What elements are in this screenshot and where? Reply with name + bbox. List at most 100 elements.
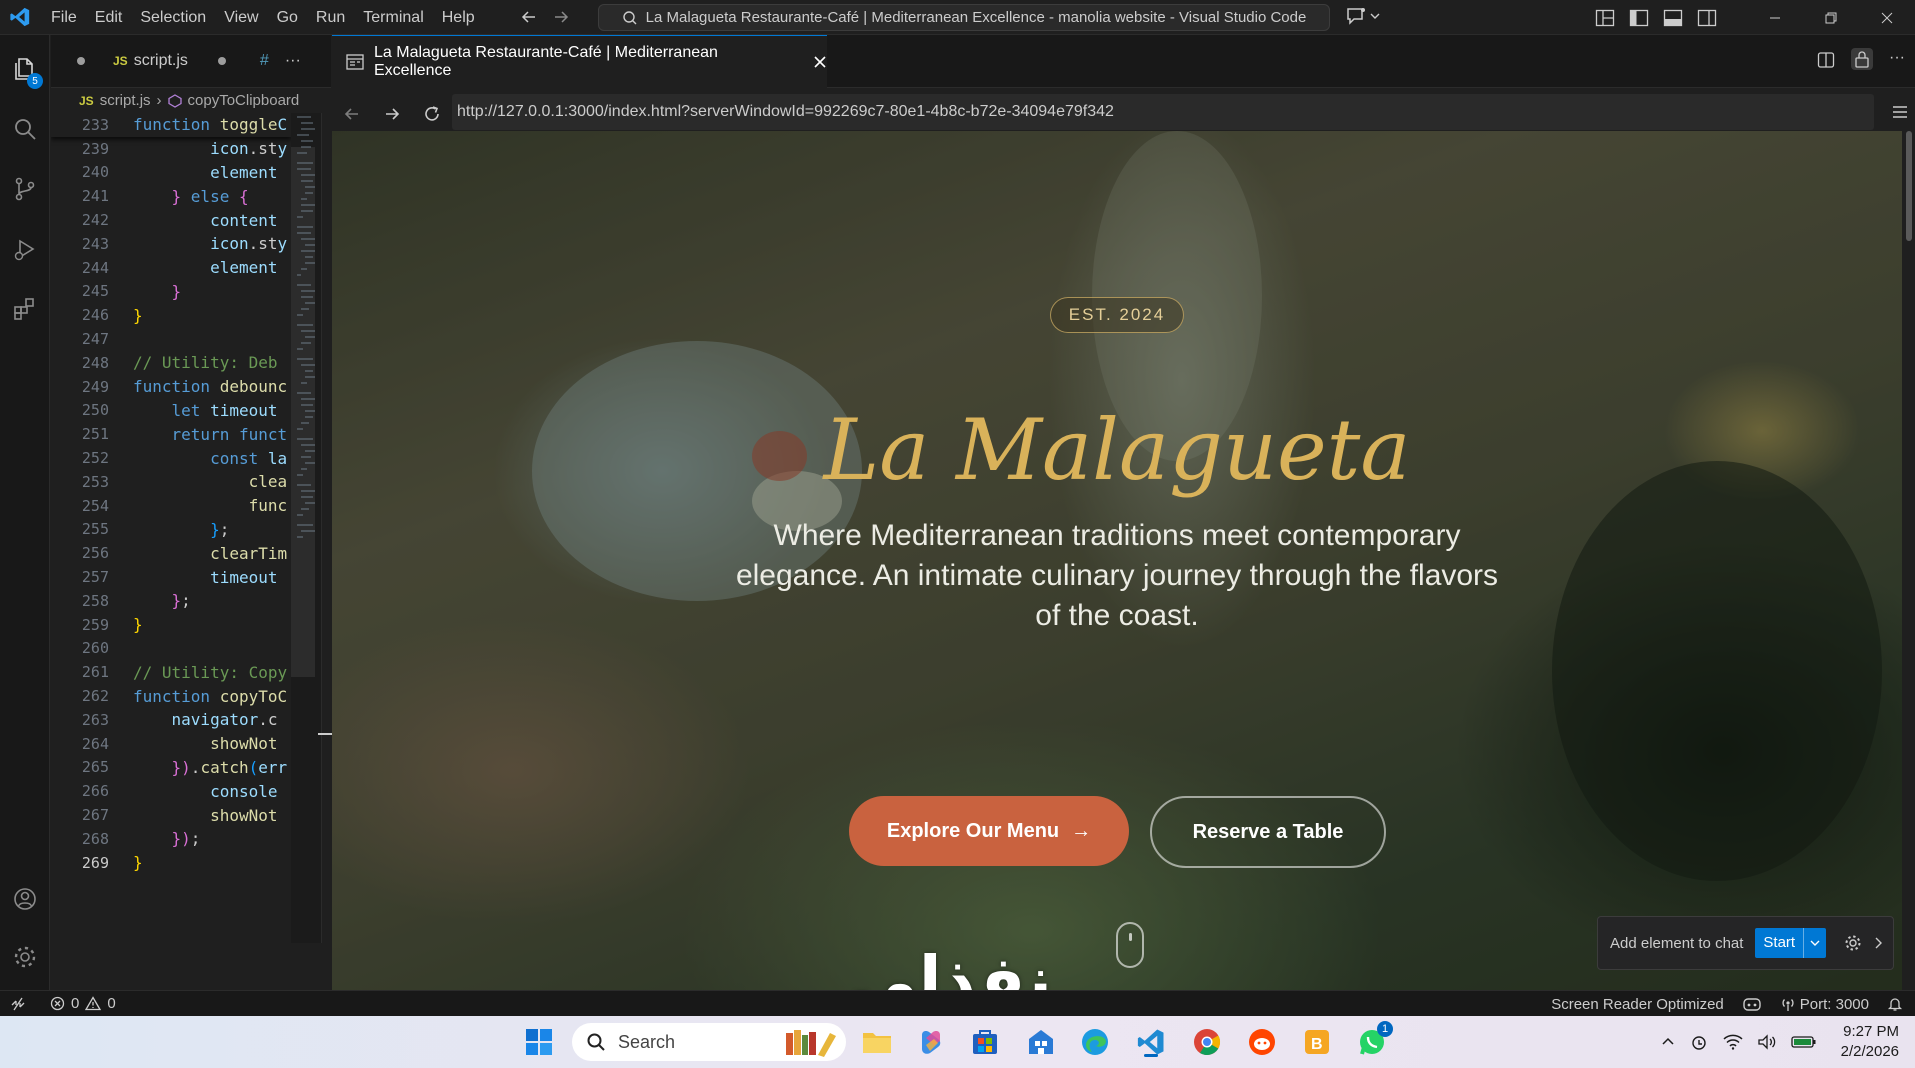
browser-forward-icon[interactable]: [372, 105, 412, 123]
chevron-up-icon[interactable]: [1661, 1035, 1675, 1049]
error-count[interactable]: 0: [71, 995, 79, 1012]
copilot-button[interactable]: [1345, 6, 1381, 26]
whatsapp-icon[interactable]: 1: [1355, 1021, 1393, 1059]
code-line[interactable]: 251 return funct: [51, 422, 291, 446]
code-line[interactable]: 264 showNot: [51, 732, 291, 756]
customize-layout-icon[interactable]: [1595, 9, 1615, 27]
source-control-button[interactable]: [0, 165, 50, 213]
search-view-button[interactable]: [0, 105, 50, 153]
taskbar-search[interactable]: Search: [572, 1023, 846, 1061]
code-line[interactable]: 253 clea: [51, 470, 291, 494]
chevron-down-icon[interactable]: [1804, 937, 1826, 949]
microsoft-store-icon[interactable]: [968, 1025, 1002, 1059]
screen-reader-status[interactable]: Screen Reader Optimized: [1551, 996, 1724, 1013]
menu-selection[interactable]: Selection: [131, 0, 215, 35]
split-editor-icon[interactable]: [1817, 51, 1835, 70]
code-area[interactable]: 233 function toggleC 239 icon.sty 240 eleme…: [51, 113, 291, 913]
menu-help[interactable]: Help: [433, 0, 484, 35]
code-line[interactable]: 243 icon.sty: [51, 232, 291, 256]
toggle-primary-sidebar-icon[interactable]: [1629, 9, 1649, 27]
manage-button[interactable]: [0, 933, 50, 981]
notifications-bell-icon[interactable]: [1887, 996, 1903, 1012]
blogger-icon[interactable]: B: [1300, 1025, 1334, 1059]
url-input[interactable]: http://127.0.0.1:3000/index.html?serverW…: [452, 94, 1874, 130]
code-line[interactable]: 261 // Utility: Copy: [51, 660, 291, 684]
minimize-button[interactable]: [1747, 0, 1803, 35]
code-line[interactable]: 246}: [51, 303, 291, 327]
menu-icon[interactable]: [1891, 104, 1909, 120]
code-line[interactable]: 267 showNot: [51, 803, 291, 827]
code-line[interactable]: 269}: [51, 851, 291, 875]
extensions-button[interactable]: [0, 285, 50, 333]
port-status[interactable]: Port: 3000: [1780, 996, 1869, 1013]
reload-icon[interactable]: [412, 105, 452, 123]
sticky-scroll-line[interactable]: 233 function toggleC: [51, 113, 291, 137]
browser-back-icon[interactable]: [332, 105, 372, 123]
battery-icon[interactable]: [1790, 1034, 1817, 1050]
remote-indicator-icon[interactable]: [10, 996, 26, 1012]
onedrive-icon[interactable]: [1689, 1034, 1709, 1050]
code-line[interactable]: 256 clearTim: [51, 541, 291, 565]
wifi-icon[interactable]: [1723, 1034, 1743, 1050]
code-line[interactable]: 245 }: [51, 280, 291, 304]
code-line[interactable]: 265 }).catch(err: [51, 756, 291, 780]
tab-la-malagueta[interactable]: La Malagueta Restaurante-Café | Mediterr…: [332, 35, 827, 88]
breadcrumb-file[interactable]: script.js: [100, 92, 151, 109]
chevron-right-icon[interactable]: [1872, 936, 1884, 950]
code-line[interactable]: 262 function copyToC: [51, 684, 291, 708]
warning-icon[interactable]: [85, 996, 102, 1011]
code-line[interactable]: 240 element: [51, 161, 291, 185]
toggle-panel-icon[interactable]: [1663, 9, 1683, 27]
menu-run[interactable]: Run: [307, 0, 354, 35]
tab-script-js[interactable]: JS script.js: [113, 52, 188, 70]
code-line[interactable]: 248 // Utility: Deb: [51, 351, 291, 375]
explore-menu-button[interactable]: Explore Our Menu →: [849, 796, 1129, 866]
go-forward-icon[interactable]: [552, 8, 570, 26]
gear-icon[interactable]: [1844, 934, 1862, 952]
code-line[interactable]: 250 let timeout: [51, 399, 291, 423]
windows-start-icon[interactable]: [522, 1025, 556, 1059]
command-center[interactable]: La Malagueta Restaurante-Café | Mediterr…: [598, 4, 1330, 31]
close-tab-icon[interactable]: [813, 55, 827, 69]
chrome-icon[interactable]: [1190, 1025, 1224, 1059]
code-line[interactable]: 258 };: [51, 589, 291, 613]
code-line[interactable]: 249 function debounc: [51, 375, 291, 399]
toggle-secondary-sidebar-icon[interactable]: [1697, 9, 1717, 27]
menu-view[interactable]: View: [215, 0, 267, 35]
code-line[interactable]: 266 console: [51, 779, 291, 803]
code-line[interactable]: 259}: [51, 613, 291, 637]
error-icon[interactable]: [50, 996, 65, 1011]
browser-scroll-thumb[interactable]: [1906, 131, 1912, 241]
accounts-button[interactable]: [0, 875, 50, 923]
copilot-status-icon[interactable]: [1742, 996, 1762, 1012]
lock-icon[interactable]: [1851, 48, 1874, 70]
code-line[interactable]: 268 });: [51, 827, 291, 851]
vscode-taskbar-icon[interactable]: [1134, 1025, 1168, 1059]
unsaved-dot-icon[interactable]: [217, 57, 226, 65]
close-window-button[interactable]: [1859, 0, 1915, 35]
restore-button[interactable]: [1803, 0, 1859, 35]
editor-scrollbar[interactable]: [318, 113, 332, 943]
file-explorer-icon[interactable]: [860, 1025, 894, 1059]
more-actions-icon[interactable]: ···: [285, 52, 301, 70]
reddit-icon[interactable]: [1245, 1025, 1279, 1059]
code-line[interactable]: 263 navigator.c: [51, 708, 291, 732]
code-line[interactable]: 255 };: [51, 518, 291, 542]
tab-css[interactable]: #: [260, 52, 269, 70]
browser-scrollbar[interactable]: [1902, 131, 1915, 990]
code-line[interactable]: 252 const la: [51, 446, 291, 470]
more-actions-icon[interactable]: ···: [1889, 50, 1905, 70]
run-debug-button[interactable]: [0, 225, 50, 273]
copilot-app-icon[interactable]: [914, 1025, 948, 1059]
explorer-button[interactable]: 5: [0, 45, 50, 93]
menu-file[interactable]: File: [42, 0, 86, 35]
menu-terminal[interactable]: Terminal: [354, 0, 432, 35]
edge-browser-icon[interactable]: [1078, 1025, 1112, 1059]
menu-edit[interactable]: Edit: [86, 0, 132, 35]
code-line[interactable]: 247: [51, 327, 291, 351]
code-line[interactable]: 244 element: [51, 256, 291, 280]
company-portal-icon[interactable]: [1024, 1025, 1058, 1059]
code-line[interactable]: 241 } else {: [51, 184, 291, 208]
code-line[interactable]: 257 timeout: [51, 565, 291, 589]
code-line[interactable]: 242 content: [51, 208, 291, 232]
